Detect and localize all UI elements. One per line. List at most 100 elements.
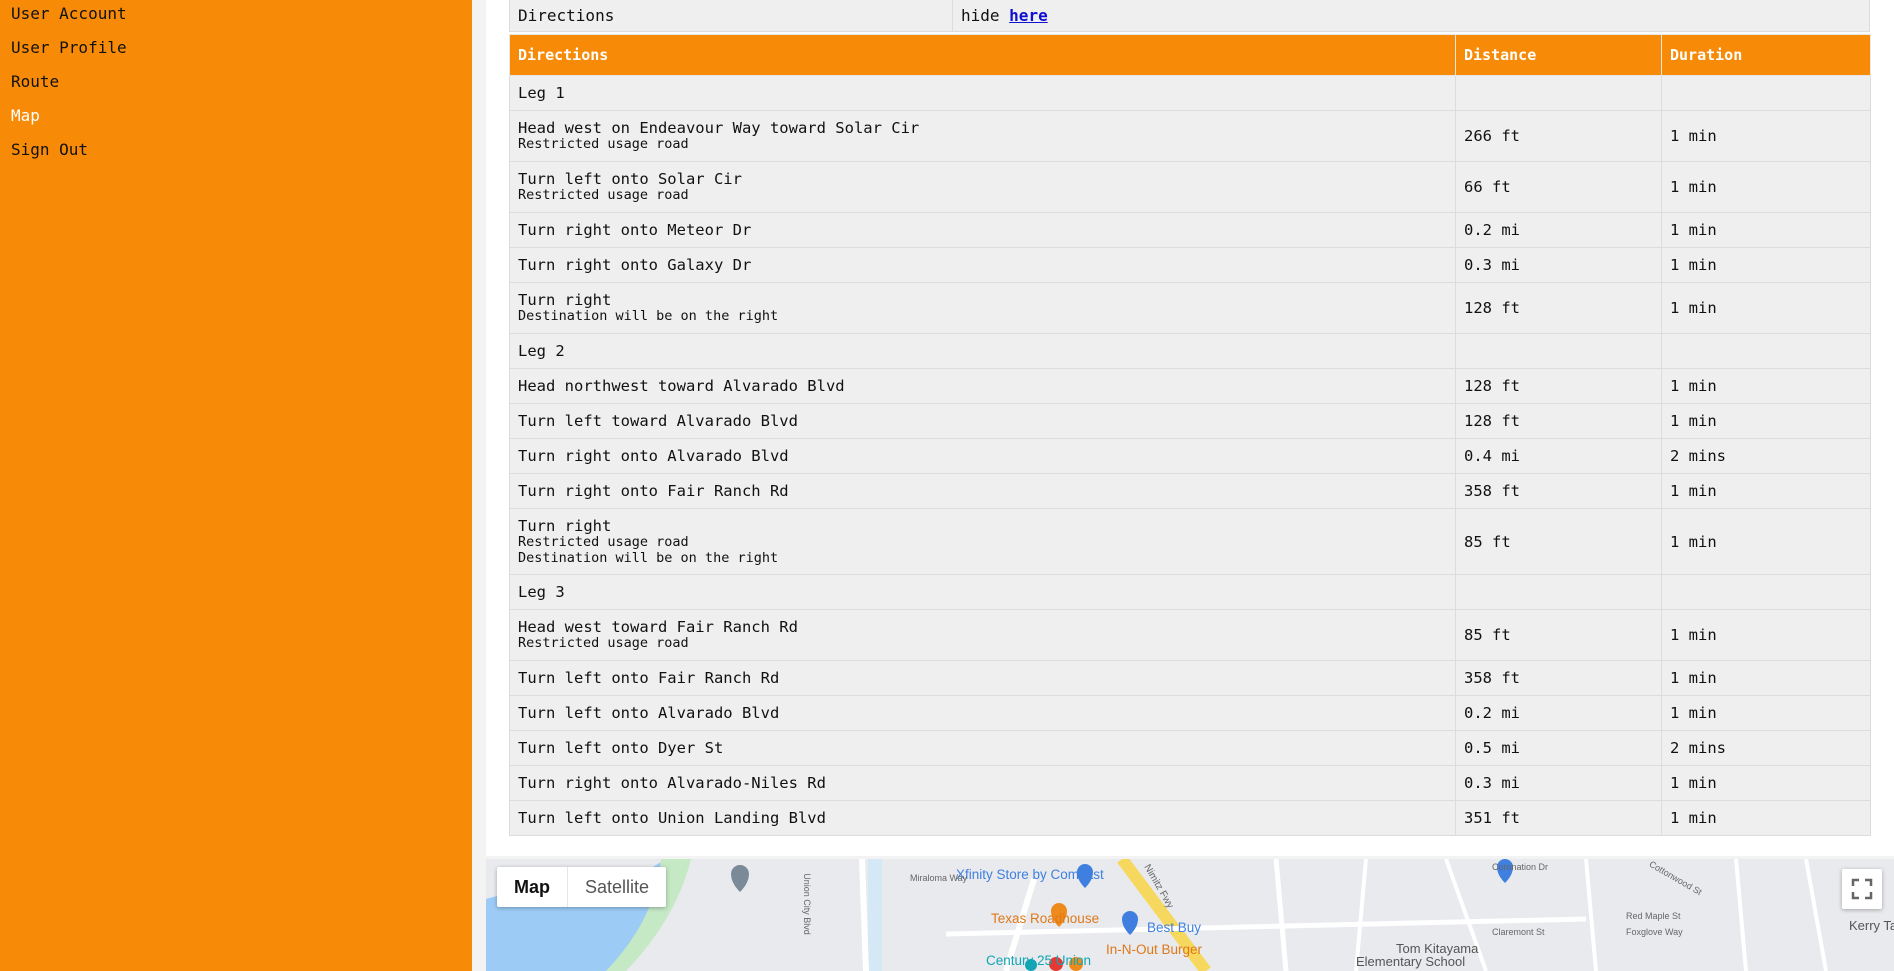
table-row: Turn right Destination will be on the rig… <box>509 282 1871 334</box>
table-row: Head northwest toward Alvarado Blvd 128 f… <box>509 368 1871 404</box>
hide-directions-link[interactable]: here <box>1009 6 1048 25</box>
direction-cell: Turn right Restricted usage road Destinati… <box>509 508 1456 575</box>
direction-note: Restricted usage road <box>518 635 689 651</box>
distance-cell: 128 ft <box>1455 282 1662 334</box>
sidebar: User Account User Profile Route Map Sign… <box>0 0 472 971</box>
canal <box>868 859 882 971</box>
duration-cell: 1 min <box>1661 403 1871 439</box>
map-label-xfinity[interactable]: Xfinity Store by Comcast <box>956 867 1104 882</box>
duration-cell: 1 min <box>1661 110 1871 162</box>
direction-instruction: Turn right onto Alvarado-Niles Rd <box>518 774 826 792</box>
directions-toggle-value: hide here <box>961 6 1048 25</box>
map-label-in-n-out[interactable]: In-N-Out Burger <box>1106 942 1202 957</box>
nav-user-account[interactable]: User Account <box>11 4 127 24</box>
direction-instruction: Leg 2 <box>518 342 565 360</box>
table-row: Turn right Restricted usage road Destinati… <box>509 508 1871 575</box>
map-label-kerry[interactable]: Kerry Ta <box>1849 918 1894 933</box>
direction-instruction: Turn left onto Fair Ranch Rd <box>518 669 780 687</box>
direction-note: Destination will be on the right <box>518 549 779 566</box>
pin-icon <box>731 865 749 892</box>
duration-cell: 1 min <box>1661 765 1871 801</box>
map-label-best-buy[interactable]: Best Buy <box>1147 920 1201 935</box>
header-distance: Distance <box>1455 34 1662 76</box>
table-row: Leg 2 <box>509 333 1871 369</box>
duration-cell: 2 mins <box>1661 730 1871 766</box>
map-label-claremont: Claremont St <box>1492 927 1545 937</box>
fullscreen-button[interactable] <box>1842 869 1882 909</box>
direction-cell: Head northwest toward Alvarado Blvd <box>509 368 1456 404</box>
distance-cell: 0.5 mi <box>1455 730 1662 766</box>
direction-instruction: Turn right onto Alvarado Blvd <box>518 447 789 465</box>
table-row: Turn right onto Alvarado-Niles Rd 0.3 mi 1… <box>509 765 1871 801</box>
direction-instruction: Turn right <box>518 516 612 535</box>
table-row: Head west toward Fair Ranch Rd Restricted… <box>509 609 1871 661</box>
distance-cell: 0.2 mi <box>1455 695 1662 731</box>
directions-toggle-label: Directions <box>518 6 615 25</box>
nav-sign-out[interactable]: Sign Out <box>11 140 88 160</box>
distance-cell: 351 ft <box>1455 800 1662 836</box>
header-directions: Directions <box>509 34 1456 76</box>
direction-cell: Turn right onto Galaxy Dr <box>509 247 1456 283</box>
duration-cell: 1 min <box>1661 282 1871 334</box>
distance-cell: 358 ft <box>1455 473 1662 509</box>
duration-cell: 2 mins <box>1661 438 1871 474</box>
table-row: Leg 3 <box>509 574 1871 610</box>
direction-instruction: Leg 3 <box>518 583 565 601</box>
hide-text: hide <box>961 6 1000 25</box>
duration-cell: 1 min <box>1661 247 1871 283</box>
map-label-elementary-school[interactable]: Elementary School <box>1356 954 1465 969</box>
distance-cell: 0.3 mi <box>1455 247 1662 283</box>
direction-cell: Leg 1 <box>509 75 1456 111</box>
distance-cell <box>1455 574 1662 610</box>
road <box>1804 859 1828 971</box>
distance-cell: 358 ft <box>1455 660 1662 696</box>
direction-instruction: Head west toward Fair Ranch Rd <box>518 618 798 636</box>
table-row: Turn left onto Solar Cir Restricted usage… <box>509 161 1871 213</box>
direction-instruction: Turn left toward Alvarado Blvd <box>518 412 798 430</box>
table-row: Turn right onto Galaxy Dr 0.3 mi 1 min <box>509 247 1871 283</box>
map-type-map-button[interactable]: Map <box>497 867 567 907</box>
main-area: Directions hide here Directions Distance… <box>472 0 1894 971</box>
direction-instruction: Turn right onto Galaxy Dr <box>518 256 752 274</box>
map-type-satellite-button[interactable]: Satellite <box>567 867 666 907</box>
direction-cell: Turn left onto Fair Ranch Rd <box>509 660 1456 696</box>
direction-cell: Head west on Endeavour Way toward Solar … <box>509 110 1456 162</box>
table-row: Turn right onto Meteor Dr 0.2 mi 1 min <box>509 212 1871 248</box>
divider <box>952 0 953 32</box>
direction-cell: Turn right onto Alvarado Blvd <box>509 438 1456 474</box>
map-label-century-25[interactable]: Century 25 Union <box>986 953 1091 968</box>
table-row: Head west on Endeavour Way toward Solar … <box>509 110 1871 162</box>
map-label-texas-roadhouse[interactable]: Texas Roadhouse <box>991 911 1099 926</box>
direction-cell: Head west toward Fair Ranch Rd Restricted… <box>509 609 1456 661</box>
directions-toggle-row: Directions hide here <box>509 0 1870 32</box>
direction-cell: Turn right Destination will be on the rig… <box>509 282 1456 334</box>
duration-cell <box>1661 333 1871 369</box>
duration-cell <box>1661 574 1871 610</box>
nav-user-profile[interactable]: User Profile <box>11 38 127 58</box>
direction-instruction: Turn left onto Solar Cir <box>518 170 742 188</box>
direction-instruction: Head northwest toward Alvarado Blvd <box>518 377 845 395</box>
distance-cell: 266 ft <box>1455 110 1662 162</box>
nav-map[interactable]: Map <box>11 106 40 126</box>
distance-cell <box>1455 75 1662 111</box>
nav-route[interactable]: Route <box>11 72 59 92</box>
map[interactable]: Map Satellite Xfinity Store by Comcast T… <box>486 859 1894 971</box>
table-header-row: Directions Distance Duration <box>509 34 1871 76</box>
direction-note: Restricted usage road <box>518 136 689 152</box>
directions-table-body: Leg 1 Head west on Endeavour Way toward S… <box>509 75 1871 836</box>
road <box>859 859 869 971</box>
header-duration: Duration <box>1661 34 1871 76</box>
duration-cell: 1 min <box>1661 473 1871 509</box>
direction-cell: Turn left toward Alvarado Blvd <box>509 403 1456 439</box>
table-row: Turn left onto Fair Ranch Rd 358 ft 1 min <box>509 660 1871 696</box>
table-row: Turn left onto Union Landing Blvd 351 ft 1… <box>509 800 1871 836</box>
table-row: Turn left onto Dyer St 0.5 mi 2 mins <box>509 730 1871 766</box>
direction-instruction: Turn left onto Union Landing Blvd <box>518 809 826 827</box>
duration-cell <box>1661 75 1871 111</box>
road <box>1273 859 1289 971</box>
map-label-miraloma: Miraloma Way <box>910 873 968 883</box>
direction-cell: Turn left onto Alvarado Blvd <box>509 695 1456 731</box>
table-row: Turn left toward Alvarado Blvd 128 ft 1 mi… <box>509 403 1871 439</box>
direction-instruction: Turn left onto Alvarado Blvd <box>518 704 780 722</box>
duration-cell: 1 min <box>1661 161 1871 213</box>
